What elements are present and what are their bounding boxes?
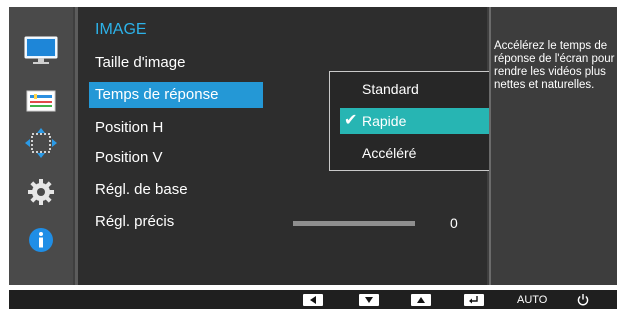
menu-title: IMAGE (95, 21, 147, 38)
help-panel: Accélérez le temps de réponse de l'écran… (489, 7, 617, 285)
menu-item-regl-precis[interactable]: Régl. précis (95, 209, 174, 235)
gear-icon[interactable] (23, 177, 59, 207)
power-icon[interactable] (577, 293, 589, 306)
menu-item-temps-reponse[interactable]: Temps de réponse (89, 82, 263, 108)
option-rapide-label: Rapide (362, 113, 407, 129)
menu-item-position-h[interactable]: Position H (95, 115, 163, 141)
fine-tune-value: 0 (450, 215, 458, 231)
image-menu: IMAGE Taille d'image Temps de réponse Po… (75, 7, 541, 285)
down-arrow-icon[interactable] (359, 293, 379, 306)
auto-label: AUTO (517, 293, 548, 306)
left-arrow-icon[interactable] (303, 293, 323, 306)
icon-sidebar (9, 7, 73, 285)
position-arrows-icon[interactable] (23, 128, 59, 158)
up-arrow-icon[interactable] (411, 293, 431, 306)
help-text: Accélérez le temps de réponse de l'écran… (494, 40, 615, 91)
menu-item-regl-base[interactable]: Régl. de base (95, 177, 188, 203)
menu-item-position-v[interactable]: Position V (95, 145, 163, 171)
menu-item-taille-image[interactable]: Taille d'image (95, 50, 185, 76)
osd-window: IMAGE Taille d'image Temps de réponse Po… (9, 7, 617, 285)
checkmark-icon: ✔ (344, 112, 358, 129)
auto-button[interactable]: AUTO (517, 293, 547, 306)
control-bar: AUTO (9, 290, 617, 309)
enter-icon[interactable] (464, 293, 484, 306)
monitor-icon[interactable] (23, 36, 59, 66)
picture-adjust-icon[interactable] (23, 86, 59, 116)
fine-tune-slider[interactable] (293, 221, 415, 226)
info-icon[interactable] (23, 225, 59, 255)
